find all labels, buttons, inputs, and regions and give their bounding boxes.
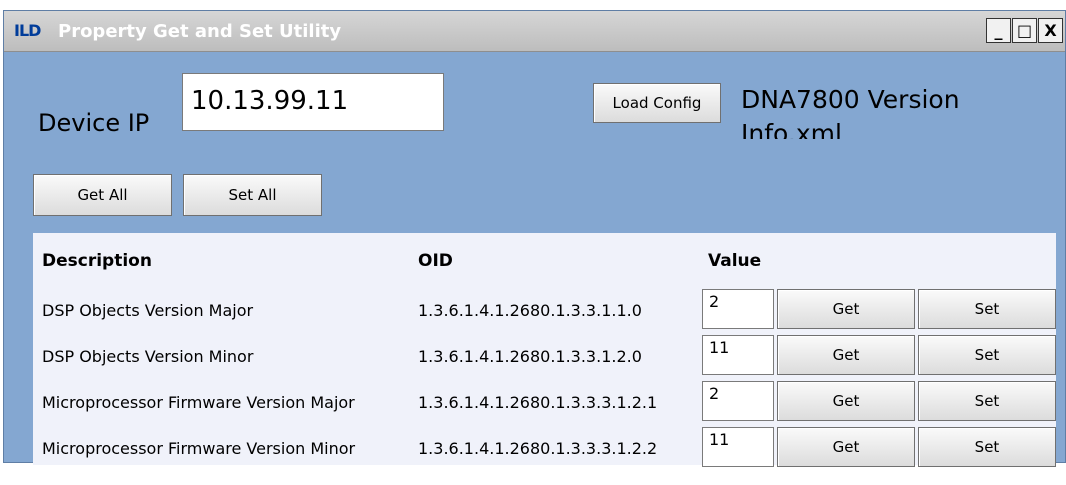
get-all-button[interactable]: Get All	[33, 174, 172, 216]
window-title: Property Get and Set Utility	[58, 21, 342, 42]
row-value-field[interactable]: 11	[702, 335, 774, 375]
maximize-icon: □	[1016, 20, 1033, 40]
minimize-icon: _	[994, 20, 1003, 40]
app-window: ILD Property Get and Set Utility _ □ X D…	[3, 10, 1066, 467]
load-config-button[interactable]: Load Config	[593, 83, 721, 123]
row-description: Microprocessor Firmware Version Minor	[42, 439, 356, 458]
row-get-button[interactable]: Get	[777, 335, 915, 375]
row-description: DSP Objects Version Minor	[42, 347, 254, 366]
close-icon: X	[1044, 20, 1057, 40]
maximize-button[interactable]: □	[1012, 18, 1037, 43]
description-header: Description	[42, 251, 152, 271]
row-value-field[interactable]: 2	[702, 289, 774, 329]
device-ip-label: Device IP	[38, 109, 150, 137]
minimize-button[interactable]: _	[986, 18, 1011, 43]
row-description: DSP Objects Version Major	[42, 301, 254, 320]
row-set-button[interactable]: Set	[918, 381, 1056, 421]
row-get-button[interactable]: Get	[777, 427, 915, 467]
set-all-button[interactable]: Set All	[183, 174, 322, 216]
title-bar[interactable]: ILD Property Get and Set Utility _ □ X	[4, 11, 1065, 52]
device-ip-field[interactable]: 10.13.99.11	[182, 73, 444, 131]
row-value-field[interactable]: 11	[702, 427, 774, 467]
row-value-field[interactable]: 2	[702, 381, 774, 421]
row-oid: 1.3.6.1.4.1.2680.1.3.3.1.2.0	[418, 347, 642, 366]
value-header: Value	[708, 251, 762, 271]
app-logo: ILD	[14, 21, 41, 40]
config-file-label: DNA7800 Version Info.xml	[741, 85, 960, 139]
row-oid: 1.3.6.1.4.1.2680.1.3.3.1.1.0	[418, 301, 642, 320]
row-set-button[interactable]: Set	[918, 335, 1056, 375]
row-set-button[interactable]: Set	[918, 289, 1056, 329]
close-button[interactable]: X	[1038, 18, 1063, 43]
property-table: Description OID Value DSP Objects Versio…	[33, 233, 1056, 467]
row-description: Microprocessor Firmware Version Major	[42, 393, 355, 412]
row-get-button[interactable]: Get	[777, 289, 915, 329]
row-set-button[interactable]: Set	[918, 427, 1056, 467]
row-oid: 1.3.6.1.4.1.2680.1.3.3.3.1.2.1	[418, 393, 658, 412]
row-get-button[interactable]: Get	[777, 381, 915, 421]
row-oid: 1.3.6.1.4.1.2680.1.3.3.3.1.2.2	[418, 439, 658, 458]
oid-header: OID	[418, 251, 453, 271]
window-controls: _ □ X	[986, 18, 1063, 43]
